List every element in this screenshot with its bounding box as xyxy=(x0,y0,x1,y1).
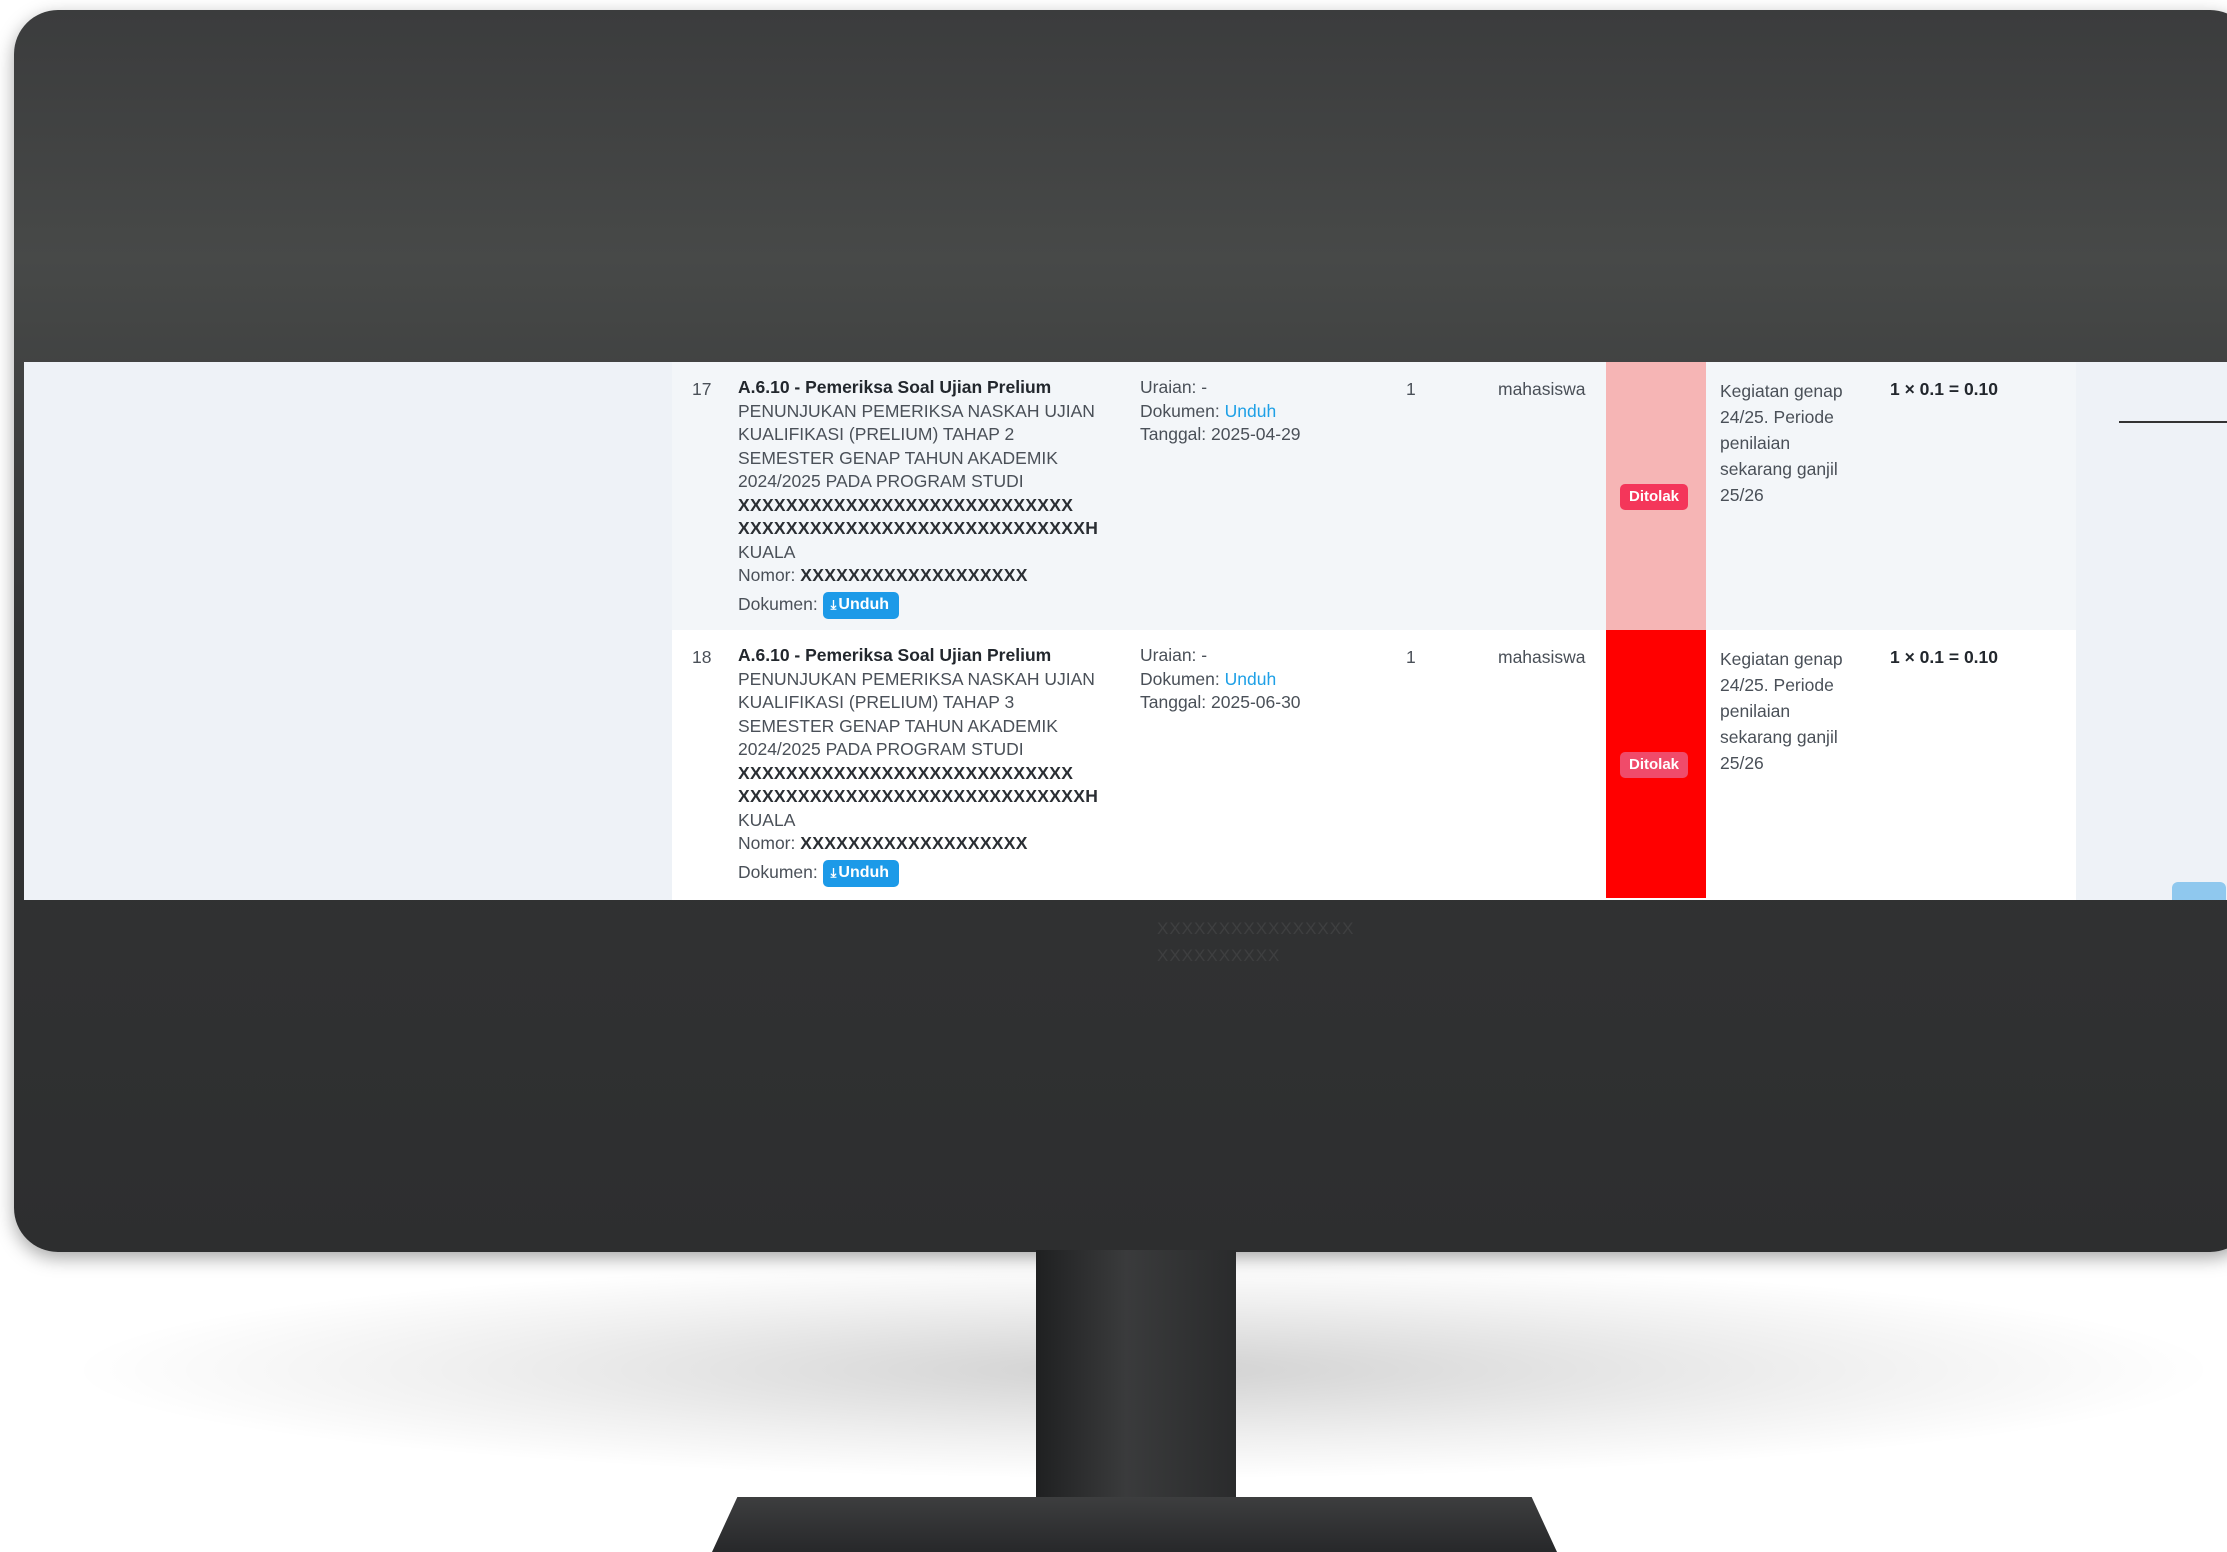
evidence-cell: Uraian: - Dokumen: Unduh Tanggal: 2025-0… xyxy=(1140,376,1350,447)
note-cell: Kegiatan genap 24/25. Periode penilaian … xyxy=(1720,378,1880,508)
role: mahasiswa xyxy=(1498,379,1586,399)
table-row: 17 A.6.10 - Pemeriksa Soal Ujian Prelium… xyxy=(672,362,2076,630)
activity-cell: A.6.10 - Pemeriksa Soal Ujian Prelium PE… xyxy=(738,644,1108,887)
date-text: Tanggal: 2025-04-29 xyxy=(1140,424,1301,444)
note-line: 25/26 xyxy=(1720,753,1764,773)
document-label: Dokumen: xyxy=(738,861,818,882)
nomor-value: XXXXXXXXXXXXXXXXXXX xyxy=(800,565,1028,585)
note-line: Kegiatan genap xyxy=(1720,649,1843,669)
activity-line: 2024/2025 PADA PROGRAM STUDI xyxy=(738,471,1024,491)
nomor-label: Nomor: xyxy=(738,833,796,853)
evidence-cell: Uraian: - Dokumen: Unduh Tanggal: 2025-0… xyxy=(1140,644,1350,715)
score: 1 × 0.1 = 0.10 xyxy=(1890,379,1999,399)
divider-line xyxy=(2119,421,2227,423)
status-cell: Ditolak xyxy=(1606,630,1706,898)
download-icon: ⤓ xyxy=(830,864,837,880)
activity-table: 17 A.6.10 - Pemeriksa Soal Ujian Prelium… xyxy=(672,362,2076,900)
activity-line: KUALA xyxy=(738,541,796,562)
nomor-label: Nomor: xyxy=(738,565,796,585)
row-number: 18 xyxy=(692,647,712,667)
activity-line: KUALIFIKASI (PRELIUM) TAHAP 3 xyxy=(738,692,1015,712)
screen: 17 A.6.10 - Pemeriksa Soal Ujian Prelium… xyxy=(24,362,2227,900)
activity-line: KUALA xyxy=(738,809,796,830)
status-badge: Ditolak xyxy=(1620,752,1689,778)
role: mahasiswa xyxy=(1498,647,1586,667)
note-line: 25/26 xyxy=(1720,485,1764,505)
status-cell: Ditolak xyxy=(1606,362,1706,630)
note-line: 24/25. Periode xyxy=(1720,407,1834,427)
activity-title: A.6.10 - Pemeriksa Soal Ujian Prelium xyxy=(738,377,1052,397)
redacted-text: XXXXXXXXXXXXXXXXXXXXXXXXXXXX xyxy=(738,494,1074,515)
activity-line: KUALIFIKASI (PRELIUM) TAHAP 2 xyxy=(738,424,1015,444)
nomor-value: XXXXXXXXXXXXXXXXXXX xyxy=(800,833,1028,853)
note-line: sekarang ganjil xyxy=(1720,459,1838,479)
faint-line: XXXXXXXXXXXXXXXX xyxy=(1157,919,1355,938)
row-number: 17 xyxy=(692,379,712,399)
document-label: Dokumen: xyxy=(738,593,818,614)
activity-line: PENUNJUKAN PEMERIKSA NASKAH UJIAN xyxy=(738,400,1095,421)
note-cell: Kegiatan genap 24/25. Periode penilaian … xyxy=(1720,646,1880,776)
nomor-line: Nomor: XXXXXXXXXXXXXXXXXXX xyxy=(738,832,1108,856)
nomor-line: Nomor: XXXXXXXXXXXXXXXXXXX xyxy=(738,564,1108,588)
quantity: 1 xyxy=(1406,647,1416,667)
download-button[interactable]: ⤓ Unduh xyxy=(822,591,900,619)
document-label: Dokumen: xyxy=(1140,400,1220,421)
table-row: 18 A.6.10 - Pemeriksa Soal Ujian Prelium… xyxy=(672,630,2076,898)
note-line: 24/25. Periode xyxy=(1720,675,1834,695)
activity-line: SEMESTER GENAP TAHUN AKADEMIK xyxy=(738,715,1058,736)
activity-line: SEMESTER GENAP TAHUN AKADEMIK xyxy=(738,447,1058,468)
uraian-text: Uraian: - xyxy=(1140,645,1208,665)
document-line: Dokumen: Unduh xyxy=(1140,400,1350,424)
document-line: Dokumen: ⤓ Unduh xyxy=(738,591,1108,619)
score: 1 × 0.1 = 0.10 xyxy=(1890,647,1999,667)
redacted-text: XXXXXXXXXXXXXXXXXXXXXXXXXXXXXH xyxy=(738,518,1099,538)
document-line: Dokumen: ⤓ Unduh xyxy=(738,859,1108,887)
download-link[interactable]: Unduh xyxy=(1225,401,1277,421)
download-button[interactable]: ⤓ Unduh xyxy=(822,859,900,887)
faint-line: XXXXXXXXXX xyxy=(1157,946,1281,965)
note-line: penilaian xyxy=(1720,701,1791,721)
uraian-text: Uraian: - xyxy=(1140,377,1208,397)
download-icon: ⤓ xyxy=(830,596,837,612)
quantity: 1 xyxy=(1406,379,1416,399)
note-line: sekarang ganjil xyxy=(1720,727,1838,747)
activity-cell: A.6.10 - Pemeriksa Soal Ujian Prelium PE… xyxy=(738,376,1108,619)
date-text: Tanggal: 2025-06-30 xyxy=(1140,692,1301,712)
redacted-text: XXXXXXXXXXXXXXXXXXXXXXXXXXXXXH xyxy=(738,786,1099,806)
download-link[interactable]: Unduh xyxy=(1225,669,1277,689)
monitor-stand-neck xyxy=(1036,1250,1236,1510)
note-line: Kegiatan genap xyxy=(1720,381,1843,401)
faint-overlay-text: XXXXXXXXXXXXXXXX XXXXXXXXXX xyxy=(1157,915,1354,969)
monitor-stand-base xyxy=(712,1497,1557,1552)
status-badge: Ditolak xyxy=(1620,484,1689,510)
note-line: penilaian xyxy=(1720,433,1791,453)
document-label: Dokumen: xyxy=(1140,668,1220,689)
download-button-label: Unduh xyxy=(838,863,890,881)
redacted-text: XXXXXXXXXXXXXXXXXXXXXXXXXXXX xyxy=(738,762,1074,783)
activity-title: A.6.10 - Pemeriksa Soal Ujian Prelium xyxy=(738,645,1052,665)
activity-line: 2024/2025 PADA PROGRAM STUDI xyxy=(738,739,1024,759)
scroll-top-button[interactable] xyxy=(2172,882,2226,900)
activity-line: PENUNJUKAN PEMERIKSA NASKAH UJIAN xyxy=(738,668,1095,689)
document-line: Dokumen: Unduh xyxy=(1140,668,1350,692)
download-button-label: Unduh xyxy=(838,595,890,613)
